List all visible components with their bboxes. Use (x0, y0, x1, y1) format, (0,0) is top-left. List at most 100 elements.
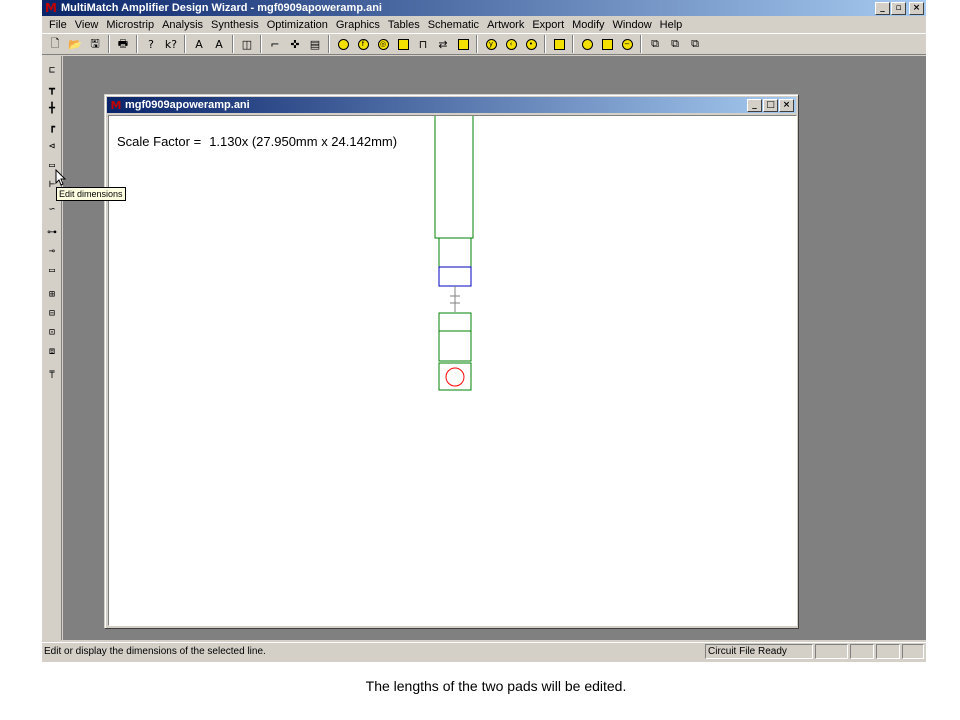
mdi-client-area: M mgf0909apoweramp.ani _ □ × Scale Facto… (63, 56, 926, 640)
menu-help[interactable]: Help (656, 19, 687, 31)
context-help-icon[interactable]: k? (162, 35, 180, 53)
menubar: File View Microstrip Analysis Synthesis … (42, 16, 926, 33)
toolbar-separator (476, 35, 478, 53)
restore-button[interactable]: ▫ (891, 1, 906, 15)
line-tool-icon[interactable]: ⌐ (266, 35, 284, 53)
toolbar-separator (232, 35, 234, 53)
menu-schematic[interactable]: Schematic (424, 19, 483, 31)
status-cell (850, 644, 874, 659)
status-cell (815, 644, 848, 659)
component-icon[interactable]: ⊓ (414, 35, 432, 53)
menu-export[interactable]: Export (528, 19, 568, 31)
layer-b-icon[interactable]: ⧉ (666, 35, 684, 53)
application-window: M MultiMatch Amplifier Design Wizard - m… (42, 0, 926, 662)
yellow-y-icon[interactable]: y (482, 35, 500, 53)
toolbar-separator (640, 35, 642, 53)
menu-synthesis[interactable]: Synthesis (207, 19, 263, 31)
toolbar-separator (260, 35, 262, 53)
menu-artwork[interactable]: Artwork (483, 19, 528, 31)
statusbar: Edit or display the dimensions of the se… (42, 642, 926, 660)
yellow-target-icon[interactable]: ◎ (374, 35, 392, 53)
child-title: mgf0909apoweramp.ani (125, 99, 250, 111)
circuit-layout-drawing (434, 116, 474, 391)
print-icon[interactable]: 🖶 (114, 35, 132, 53)
help-icon[interactable]: ? (142, 35, 160, 53)
toolbar-separator (108, 35, 110, 53)
text-a-alt-icon[interactable]: A (210, 35, 228, 53)
menu-analysis[interactable]: Analysis (158, 19, 207, 31)
dimension-icon[interactable]: ◫ (238, 35, 256, 53)
child-close-button[interactable]: × (779, 98, 794, 112)
text-a-icon[interactable]: A (190, 35, 208, 53)
menu-microstrip[interactable]: Microstrip (102, 19, 158, 31)
taper-icon[interactable]: ⊲ (44, 138, 60, 154)
child-maximize-button[interactable]: □ (763, 98, 778, 112)
menu-file[interactable]: File (45, 19, 71, 31)
open-folder-icon[interactable]: 📂 (66, 35, 84, 53)
app-titlebar: M MultiMatch Amplifier Design Wizard - m… (42, 0, 926, 16)
toolbar-separator (136, 35, 138, 53)
multimatch-logo-icon[interactable]: M (44, 1, 58, 15)
status-cell (902, 644, 924, 659)
save-icon[interactable]: 🖫 (86, 35, 104, 53)
yellow-x-icon[interactable] (394, 35, 412, 53)
via-hole[interactable] (445, 367, 465, 387)
yellow-dot-icon[interactable]: • (522, 35, 540, 53)
ring-icon[interactable] (578, 35, 596, 53)
zoom-window-icon[interactable]: ⧈ (44, 343, 60, 359)
zoom-in-icon[interactable]: ⊞ (44, 286, 60, 302)
layer-c-icon[interactable]: ⧉ (686, 35, 704, 53)
swap-icon[interactable]: ⇄ (434, 35, 452, 53)
transmission-line-segment[interactable] (434, 116, 474, 239)
pulse-icon[interactable] (550, 35, 568, 53)
app-title: MultiMatch Amplifier Design Wizard - mgf… (61, 2, 382, 14)
status-message: Edit or display the dimensions of the se… (44, 646, 266, 657)
child-minimize-button[interactable]: _ (747, 98, 762, 112)
menu-modify[interactable]: Modify (568, 19, 608, 31)
toolbar-separator (572, 35, 574, 53)
yellow-arrow-icon[interactable]: ‹ (502, 35, 520, 53)
tee-icon[interactable]: ┳ (44, 81, 60, 97)
zoom-fit-icon[interactable]: ⊡ (44, 324, 60, 340)
new-file-icon[interactable]: 🗋 (46, 35, 64, 53)
open-stub-icon[interactable]: ∽ (44, 201, 60, 217)
toolbar-separator (184, 35, 186, 53)
antenna-icon[interactable]: ⍑ (44, 367, 60, 383)
multimatch-logo-icon[interactable]: M (109, 99, 123, 112)
menu-optimization[interactable]: Optimization (263, 19, 332, 31)
yellow-f-icon[interactable]: f (354, 35, 372, 53)
box-tool-icon[interactable]: ▤ (306, 35, 324, 53)
layer-a-icon[interactable]: ⧉ (646, 35, 664, 53)
step-icon[interactable]: ⊏ (44, 62, 60, 78)
menu-graphics[interactable]: Graphics (332, 19, 384, 31)
shape-icon[interactable] (454, 35, 472, 53)
layout-child-window: M mgf0909apoweramp.ani _ □ × Scale Facto… (104, 94, 799, 629)
minus-circle-icon[interactable]: − (618, 35, 636, 53)
mouse-pointer-icon (55, 169, 67, 186)
square-icon[interactable] (598, 35, 616, 53)
child-titlebar: M mgf0909apoweramp.ani _ □ × (107, 97, 796, 113)
status-file-state: Circuit File Ready (705, 644, 813, 659)
close-button[interactable]: × (909, 1, 924, 15)
via-icon[interactable]: ⊸ (44, 243, 60, 259)
coupled-line-icon[interactable]: ⊶ (44, 224, 60, 240)
slide-caption: The lengths of the two pads will be edit… (365, 678, 627, 694)
pad-upper[interactable] (438, 266, 472, 287)
zoom-out-icon[interactable]: ⊟ (44, 305, 60, 321)
bend-icon[interactable]: ┏ (44, 119, 60, 135)
layout-canvas[interactable]: Scale Factor = 1.130x (27.950mm x 24.142m… (108, 115, 797, 626)
vertical-toolbar: ⊏ ┳ ╋ ┏ ⊲ ▭ ⊢ ∽ ⊶ ⊸ ▭ ⊞ ⊟ ⊡ ⧈ ⍑ (42, 56, 62, 640)
toolbar-separator (544, 35, 546, 53)
cross-junction-icon[interactable]: ╋ (44, 100, 60, 116)
pad-icon[interactable]: ▭ (44, 262, 60, 278)
menu-window[interactable]: Window (609, 19, 656, 31)
menu-view[interactable]: View (71, 19, 103, 31)
transmission-line-segment[interactable] (438, 330, 472, 362)
pad-lower[interactable] (438, 312, 472, 332)
minimize-button[interactable]: _ (875, 1, 890, 15)
menu-tables[interactable]: Tables (384, 19, 424, 31)
cross-tool-icon[interactable]: ✜ (286, 35, 304, 53)
status-cell (876, 644, 900, 659)
yellow-circle-icon[interactable] (334, 35, 352, 53)
transmission-line-segment[interactable] (438, 237, 472, 268)
